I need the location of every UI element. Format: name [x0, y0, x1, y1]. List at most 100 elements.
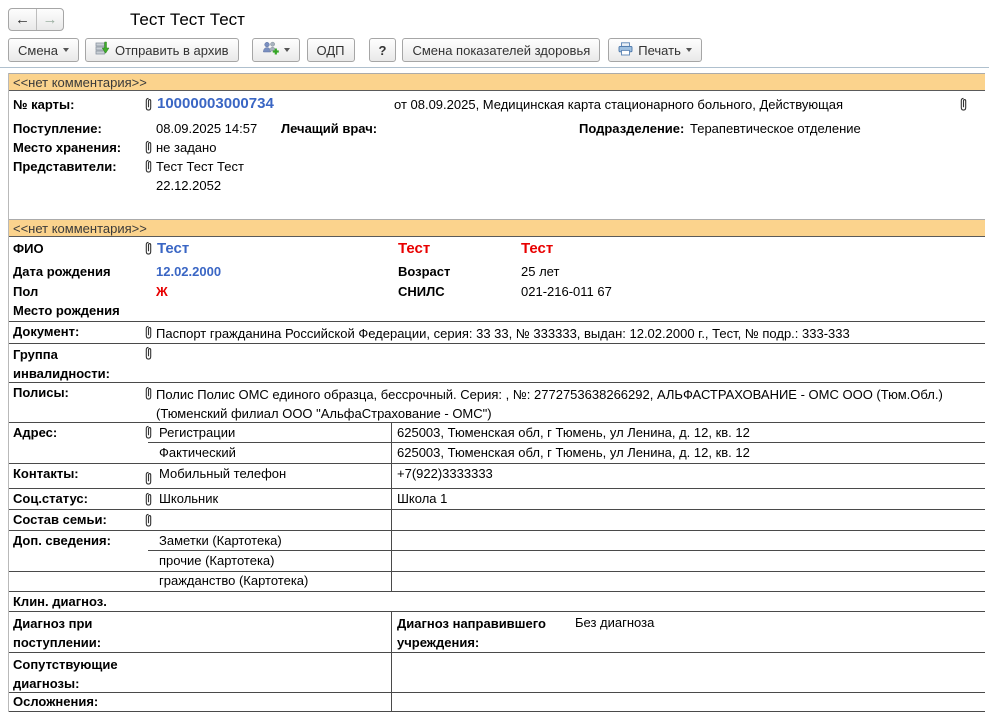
column-divider — [391, 693, 392, 711]
complications-row: Осложнения: — [9, 692, 985, 712]
extra-info-item: прочие (Картотека) — [159, 553, 275, 568]
gender-value: Ж — [156, 284, 168, 299]
card-info-text: от 08.09.2025, Медицинская карта стацион… — [394, 97, 843, 112]
help-button-label: ? — [379, 43, 387, 58]
policies-row: Полисы: Полис Полис ОМС единого образца,… — [9, 382, 985, 422]
address-type: Регистрации — [159, 425, 235, 440]
complications-label: Осложнения: — [13, 694, 98, 709]
paperclip-icon[interactable] — [144, 159, 153, 174]
doctor-label: Лечащий врач: — [281, 121, 377, 136]
column-divider — [391, 531, 392, 551]
help-button[interactable]: ? — [369, 38, 397, 62]
paperclip-icon[interactable] — [144, 346, 153, 361]
paperclip-icon[interactable] — [144, 425, 153, 440]
storage-label: Место хранения: — [13, 140, 121, 155]
print-button[interactable]: Печать — [608, 38, 702, 62]
paperclip-icon[interactable] — [959, 97, 968, 112]
paperclip-icon[interactable] — [144, 492, 153, 507]
odp-button[interactable]: ОДП — [307, 38, 355, 62]
address-type: Фактический — [159, 445, 236, 460]
arrow-left-icon: ← — [15, 11, 30, 28]
column-divider — [391, 443, 392, 463]
column-divider — [391, 572, 392, 591]
birthdate-link[interactable]: 12.02.2000 — [156, 264, 221, 279]
referral-diagnosis-label: Диагноз направившего учреждения: — [397, 614, 569, 652]
forward-button[interactable]: → — [36, 9, 63, 30]
referral-diagnosis-value: Без диагноза — [575, 615, 654, 630]
card-comment-band[interactable]: <<нет комментария>> — [9, 73, 985, 91]
paperclip-icon[interactable] — [144, 325, 153, 340]
contact-value: +7(922)3333333 — [397, 466, 493, 481]
extra-info-row: Доп. сведения: Заметки (Картотека) — [9, 530, 985, 551]
extra-info-item: гражданство (Картотека) — [159, 573, 308, 588]
extra-info-label: Доп. сведения: — [13, 533, 111, 548]
back-button[interactable]: ← — [9, 9, 36, 30]
titlebar: ← → Тест Тест Тест — [0, 0, 989, 33]
disability-label: Группа инвалидности: — [13, 345, 139, 383]
paperclip-icon[interactable] — [144, 97, 153, 112]
birthplace-row: Место рождения — [9, 302, 985, 321]
extra-info-row: прочие (Картотека) — [9, 551, 985, 572]
department-label: Подразделение: — [579, 121, 684, 136]
paperclip-icon[interactable] — [144, 241, 153, 256]
paperclip-icon[interactable] — [144, 140, 153, 155]
column-divider — [391, 653, 392, 692]
odp-button-label: ОДП — [317, 43, 345, 58]
admission-row: Поступление: 08.09.2025 14:57 Лечащий вр… — [9, 119, 985, 139]
disability-row: Группа инвалидности: — [9, 343, 985, 382]
birthplace-label: Место рождения — [13, 303, 120, 318]
print-button-label: Печать — [638, 43, 681, 58]
document-row: Документ: Паспорт гражданина Российской … — [9, 321, 985, 343]
document-label: Документ: — [13, 324, 79, 339]
gender-row: Пол Ж СНИЛС 021-216-011 67 — [9, 282, 985, 302]
representative-date-row: 22.12.2052 — [9, 177, 985, 196]
concomitant-diagnoses-row: Сопутствующие диагнозы: — [9, 652, 985, 692]
toolbar-separator — [0, 67, 989, 68]
document-value: Паспорт гражданина Российской Федерации,… — [156, 324, 979, 343]
send-to-archive-button[interactable]: Отправить в архив — [85, 38, 239, 62]
card-number-link[interactable]: 10000003000734 — [157, 95, 274, 112]
first-name-value: Тест — [398, 240, 430, 257]
representative-name: Тест Тест Тест — [156, 159, 244, 174]
storage-row: Место хранения: не задано — [9, 139, 985, 158]
column-divider — [391, 464, 392, 488]
social-status-label: Соц.статус: — [13, 491, 88, 506]
social-status-type: Школьник — [159, 491, 218, 506]
snils-label: СНИЛС — [398, 284, 445, 299]
address-label: Адрес: — [13, 425, 57, 440]
representatives-label: Представители: — [13, 159, 117, 174]
extra-info-row: гражданство (Картотека) — [9, 572, 985, 591]
patient-comment-band[interactable]: <<нет комментария>> — [9, 219, 985, 237]
chevron-down-icon — [63, 48, 69, 52]
admission-diagnosis-label: Диагноз при поступлении: — [13, 614, 139, 652]
birthdate-row: Дата рождения 12.02.2000 Возраст 25 лет — [9, 262, 985, 282]
arrow-right-icon: → — [43, 11, 58, 28]
birthdate-label: Дата рождения — [13, 264, 111, 279]
column-divider — [391, 510, 392, 530]
paperclip-icon[interactable] — [144, 513, 153, 528]
clinical-diagnosis-header: Клин. диагноз. — [13, 594, 107, 609]
paperclip-icon[interactable] — [144, 471, 153, 486]
chevron-down-icon — [284, 48, 290, 52]
contact-type: Мобильный телефон — [159, 466, 286, 481]
health-indicators-label: Смена показателей здоровья — [412, 43, 590, 58]
fio-row: ФИО Тест Тест Тест — [9, 237, 985, 262]
concomitant-diagnoses-label: Сопутствующие диагнозы: — [13, 655, 139, 693]
address-actual-row: Фактический 625003, Тюменская обл, г Тюм… — [9, 443, 985, 463]
representatives-row: Представители: Тест Тест Тест — [9, 158, 985, 177]
middle-name-value: Тест — [521, 240, 553, 257]
shift-button-label: Смена — [18, 43, 58, 58]
health-indicators-button[interactable]: Смена показателей здоровья — [402, 38, 600, 62]
social-status-value: Школа 1 — [397, 491, 447, 506]
gender-label: Пол — [13, 284, 38, 299]
age-label: Возраст — [398, 264, 450, 279]
last-name-link[interactable]: Тест — [157, 240, 189, 257]
contacts-row: Контакты: Мобильный телефон +7(922)33333… — [9, 463, 985, 488]
department-value: Терапевтическое отделение — [690, 121, 861, 136]
add-person-button[interactable] — [252, 38, 300, 62]
archive-down-arrow-icon — [95, 41, 110, 59]
paperclip-icon[interactable] — [144, 386, 153, 401]
admission-label: Поступление: — [13, 121, 102, 136]
column-divider — [391, 551, 392, 571]
shift-button[interactable]: Смена — [8, 38, 79, 62]
